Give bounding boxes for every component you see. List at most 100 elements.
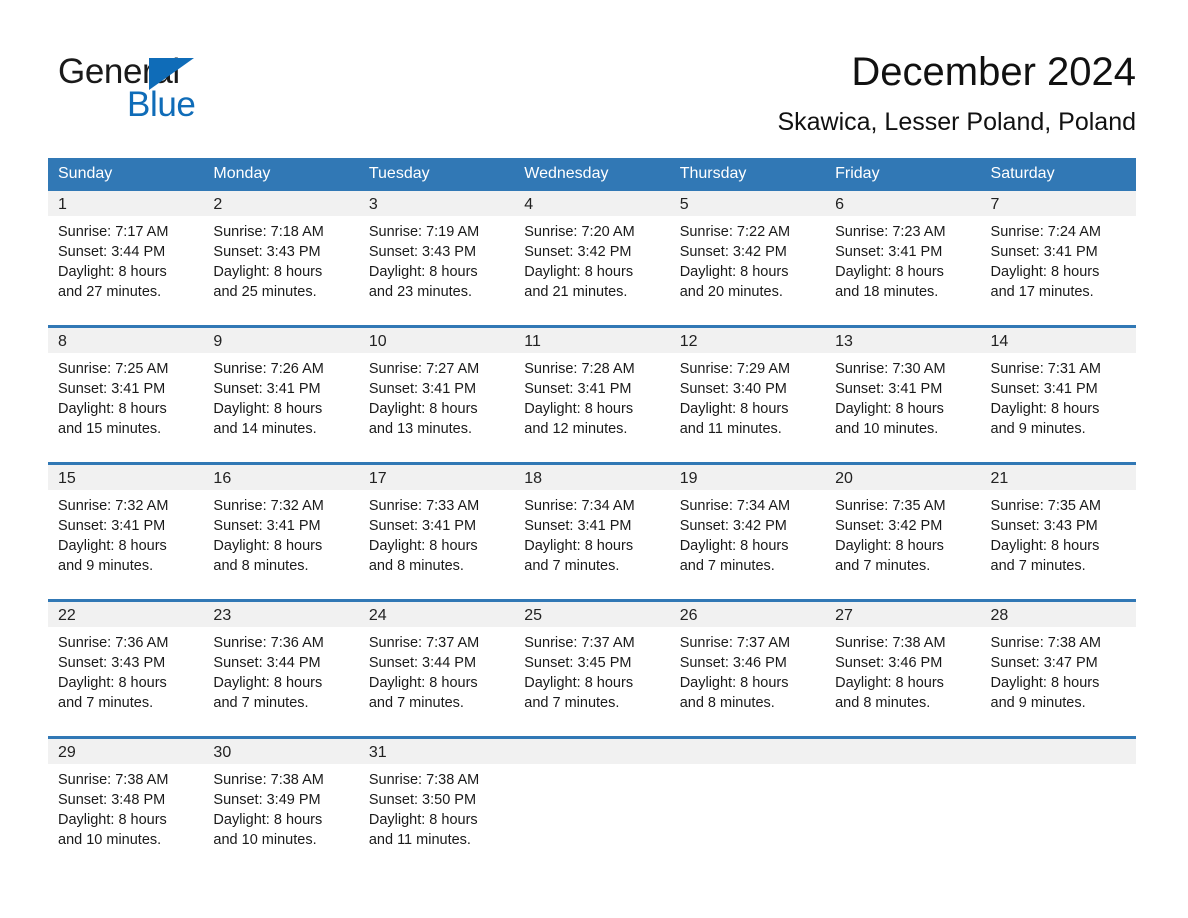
- day-number: 6: [825, 191, 981, 216]
- day-number: 19: [669, 465, 826, 490]
- sunrise-text: Sunrise: 7:32 AM: [213, 498, 324, 514]
- daylight-text-line1: Daylight: 8 hours: [524, 264, 634, 280]
- sunrise-text: Sunrise: 7:36 AM: [213, 635, 324, 651]
- day-cell[interactable]: 25 Sunrise: 7:37 AM Sunset: 3:45 PM Dayl…: [514, 602, 670, 736]
- sunrise-text: Sunrise: 7:38 AM: [990, 635, 1101, 651]
- daylight-text-line1: Daylight: 8 hours: [524, 538, 634, 554]
- weekday-header-tuesday: Tuesday: [358, 158, 515, 191]
- day-cell[interactable]: 16 Sunrise: 7:32 AM Sunset: 3:41 PM Dayl…: [203, 465, 359, 599]
- day-cell[interactable]: 30 Sunrise: 7:38 AM Sunset: 3:49 PM Dayl…: [203, 739, 359, 873]
- day-cell[interactable]: 27 Sunrise: 7:38 AM Sunset: 3:46 PM Dayl…: [825, 602, 981, 736]
- day-cell[interactable]: 15 Sunrise: 7:32 AM Sunset: 3:41 PM Dayl…: [48, 465, 204, 599]
- day-cell[interactable]: 6 Sunrise: 7:23 AM Sunset: 3:41 PM Dayli…: [825, 191, 981, 325]
- day-cell[interactable]: 13 Sunrise: 7:30 AM Sunset: 3:41 PM Dayl…: [825, 328, 981, 462]
- day-details: Sunrise: 7:22 AM Sunset: 3:42 PM Dayligh…: [670, 216, 825, 302]
- day-cell[interactable]: 11 Sunrise: 7:28 AM Sunset: 3:41 PM Dayl…: [514, 328, 670, 462]
- day-number: 14: [980, 328, 1136, 353]
- sunrise-text: Sunrise: 7:24 AM: [990, 224, 1101, 240]
- day-details: Sunrise: 7:35 AM Sunset: 3:42 PM Dayligh…: [825, 490, 980, 576]
- day-cell[interactable]: 3 Sunrise: 7:19 AM Sunset: 3:43 PM Dayli…: [358, 191, 515, 325]
- daylight-text-line2: and 7 minutes.: [990, 558, 1086, 574]
- day-details: Sunrise: 7:25 AM Sunset: 3:41 PM Dayligh…: [48, 353, 203, 439]
- sunrise-text: Sunrise: 7:38 AM: [58, 772, 169, 788]
- day-details: Sunrise: 7:38 AM Sunset: 3:50 PM Dayligh…: [359, 764, 514, 850]
- day-details: Sunrise: 7:31 AM Sunset: 3:41 PM Dayligh…: [981, 353, 1136, 439]
- daylight-text-line1: Daylight: 8 hours: [58, 538, 167, 554]
- day-cell[interactable]: 14 Sunrise: 7:31 AM Sunset: 3:41 PM Dayl…: [980, 328, 1136, 462]
- sunrise-text: Sunrise: 7:33 AM: [368, 498, 480, 514]
- sunset-text: Sunset: 3:41 PM: [213, 518, 321, 534]
- sunset-text: Sunset: 3:48 PM: [58, 792, 166, 808]
- day-details: [981, 764, 1136, 770]
- day-cell[interactable]: 23 Sunrise: 7:36 AM Sunset: 3:44 PM Dayl…: [203, 602, 359, 736]
- day-cell[interactable]: 9 Sunrise: 7:26 AM Sunset: 3:41 PM Dayli…: [203, 328, 359, 462]
- day-number: 12: [669, 328, 826, 353]
- day-cell[interactable]: 21 Sunrise: 7:35 AM Sunset: 3:43 PM Dayl…: [980, 465, 1136, 599]
- day-cell[interactable]: 5 Sunrise: 7:22 AM Sunset: 3:42 PM Dayli…: [669, 191, 826, 325]
- day-cell[interactable]: 20 Sunrise: 7:35 AM Sunset: 3:42 PM Dayl…: [825, 465, 981, 599]
- daylight-text-line1: Daylight: 8 hours: [58, 675, 167, 691]
- day-cell[interactable]: 10 Sunrise: 7:27 AM Sunset: 3:41 PM Dayl…: [358, 328, 515, 462]
- sunrise-text: Sunrise: 7:17 AM: [58, 224, 169, 240]
- day-cell[interactable]: 4 Sunrise: 7:20 AM Sunset: 3:42 PM Dayli…: [514, 191, 670, 325]
- weekday-header-friday: Friday: [825, 158, 981, 191]
- weekday-header-wednesday: Wednesday: [514, 158, 670, 191]
- day-cell[interactable]: 19 Sunrise: 7:34 AM Sunset: 3:42 PM Dayl…: [669, 465, 826, 599]
- day-cell-empty: [980, 739, 1136, 873]
- day-cell-empty: [669, 739, 826, 873]
- calendar-week-row: 15 Sunrise: 7:32 AM Sunset: 3:41 PM Dayl…: [48, 465, 1136, 599]
- daylight-text-line2: and 20 minutes.: [679, 284, 783, 300]
- weekday-header-monday: Monday: [203, 158, 359, 191]
- day-number: 13: [825, 328, 981, 353]
- day-number: 4: [514, 191, 670, 216]
- general-blue-logo[interactable]: General Blue: [58, 52, 318, 124]
- day-cell[interactable]: 8 Sunrise: 7:25 AM Sunset: 3:41 PM Dayli…: [48, 328, 204, 462]
- sunset-text: Sunset: 3:41 PM: [368, 518, 477, 534]
- sunset-text: Sunset: 3:41 PM: [990, 381, 1098, 397]
- day-number: 9: [203, 328, 359, 353]
- logo-text-blue: Blue: [127, 85, 196, 124]
- daylight-text-line2: and 13 minutes.: [368, 421, 473, 437]
- day-cell[interactable]: 28 Sunrise: 7:38 AM Sunset: 3:47 PM Dayl…: [980, 602, 1136, 736]
- sunrise-text: Sunrise: 7:19 AM: [368, 224, 480, 240]
- daylight-text-line1: Daylight: 8 hours: [213, 538, 323, 554]
- day-cell[interactable]: 2 Sunrise: 7:18 AM Sunset: 3:43 PM Dayli…: [203, 191, 359, 325]
- day-cell[interactable]: 7 Sunrise: 7:24 AM Sunset: 3:41 PM Dayli…: [980, 191, 1136, 325]
- sunrise-text: Sunrise: 7:18 AM: [213, 224, 324, 240]
- day-cell[interactable]: 22 Sunrise: 7:36 AM Sunset: 3:43 PM Dayl…: [48, 602, 204, 736]
- daylight-text-line1: Daylight: 8 hours: [990, 264, 1100, 280]
- daylight-text-line1: Daylight: 8 hours: [524, 401, 634, 417]
- day-details: Sunrise: 7:36 AM Sunset: 3:44 PM Dayligh…: [203, 627, 358, 713]
- daylight-text-line2: and 23 minutes.: [368, 284, 473, 300]
- daylight-text-line2: and 18 minutes.: [835, 284, 939, 300]
- day-cell[interactable]: 26 Sunrise: 7:37 AM Sunset: 3:46 PM Dayl…: [669, 602, 826, 736]
- daylight-text-line2: and 8 minutes.: [368, 558, 464, 574]
- daylight-text-line1: Daylight: 8 hours: [213, 675, 323, 691]
- day-number: 26: [669, 602, 826, 627]
- day-number: 1: [48, 191, 204, 216]
- day-cell[interactable]: 24 Sunrise: 7:37 AM Sunset: 3:44 PM Dayl…: [358, 602, 515, 736]
- day-cell[interactable]: 1 Sunrise: 7:17 AM Sunset: 3:44 PM Dayli…: [48, 191, 204, 325]
- sunrise-text: Sunrise: 7:28 AM: [524, 361, 635, 377]
- daylight-text-line2: and 7 minutes.: [524, 558, 620, 574]
- day-details: Sunrise: 7:17 AM Sunset: 3:44 PM Dayligh…: [48, 216, 203, 302]
- daylight-text-line2: and 9 minutes.: [990, 695, 1086, 711]
- daylight-text-line1: Daylight: 8 hours: [679, 401, 789, 417]
- day-details: Sunrise: 7:32 AM Sunset: 3:41 PM Dayligh…: [48, 490, 203, 576]
- day-cell[interactable]: 18 Sunrise: 7:34 AM Sunset: 3:41 PM Dayl…: [514, 465, 670, 599]
- daylight-text-line1: Daylight: 8 hours: [835, 264, 944, 280]
- sunset-text: Sunset: 3:44 PM: [58, 244, 166, 260]
- daylight-text-line2: and 8 minutes.: [679, 695, 775, 711]
- daylight-text-line1: Daylight: 8 hours: [835, 401, 944, 417]
- day-cell[interactable]: 12 Sunrise: 7:29 AM Sunset: 3:40 PM Dayl…: [669, 328, 826, 462]
- day-cell[interactable]: 29 Sunrise: 7:38 AM Sunset: 3:48 PM Dayl…: [48, 739, 204, 873]
- day-cell[interactable]: 17 Sunrise: 7:33 AM Sunset: 3:41 PM Dayl…: [358, 465, 515, 599]
- daylight-text-line2: and 11 minutes.: [679, 421, 782, 437]
- sunrise-text: Sunrise: 7:36 AM: [58, 635, 169, 651]
- day-details: Sunrise: 7:29 AM Sunset: 3:40 PM Dayligh…: [670, 353, 825, 439]
- day-cell[interactable]: 31 Sunrise: 7:38 AM Sunset: 3:50 PM Dayl…: [358, 739, 515, 873]
- daylight-text-line2: and 9 minutes.: [990, 421, 1086, 437]
- day-details: Sunrise: 7:20 AM Sunset: 3:42 PM Dayligh…: [514, 216, 669, 302]
- day-number: 30: [203, 739, 359, 764]
- sunrise-text: Sunrise: 7:34 AM: [679, 498, 791, 514]
